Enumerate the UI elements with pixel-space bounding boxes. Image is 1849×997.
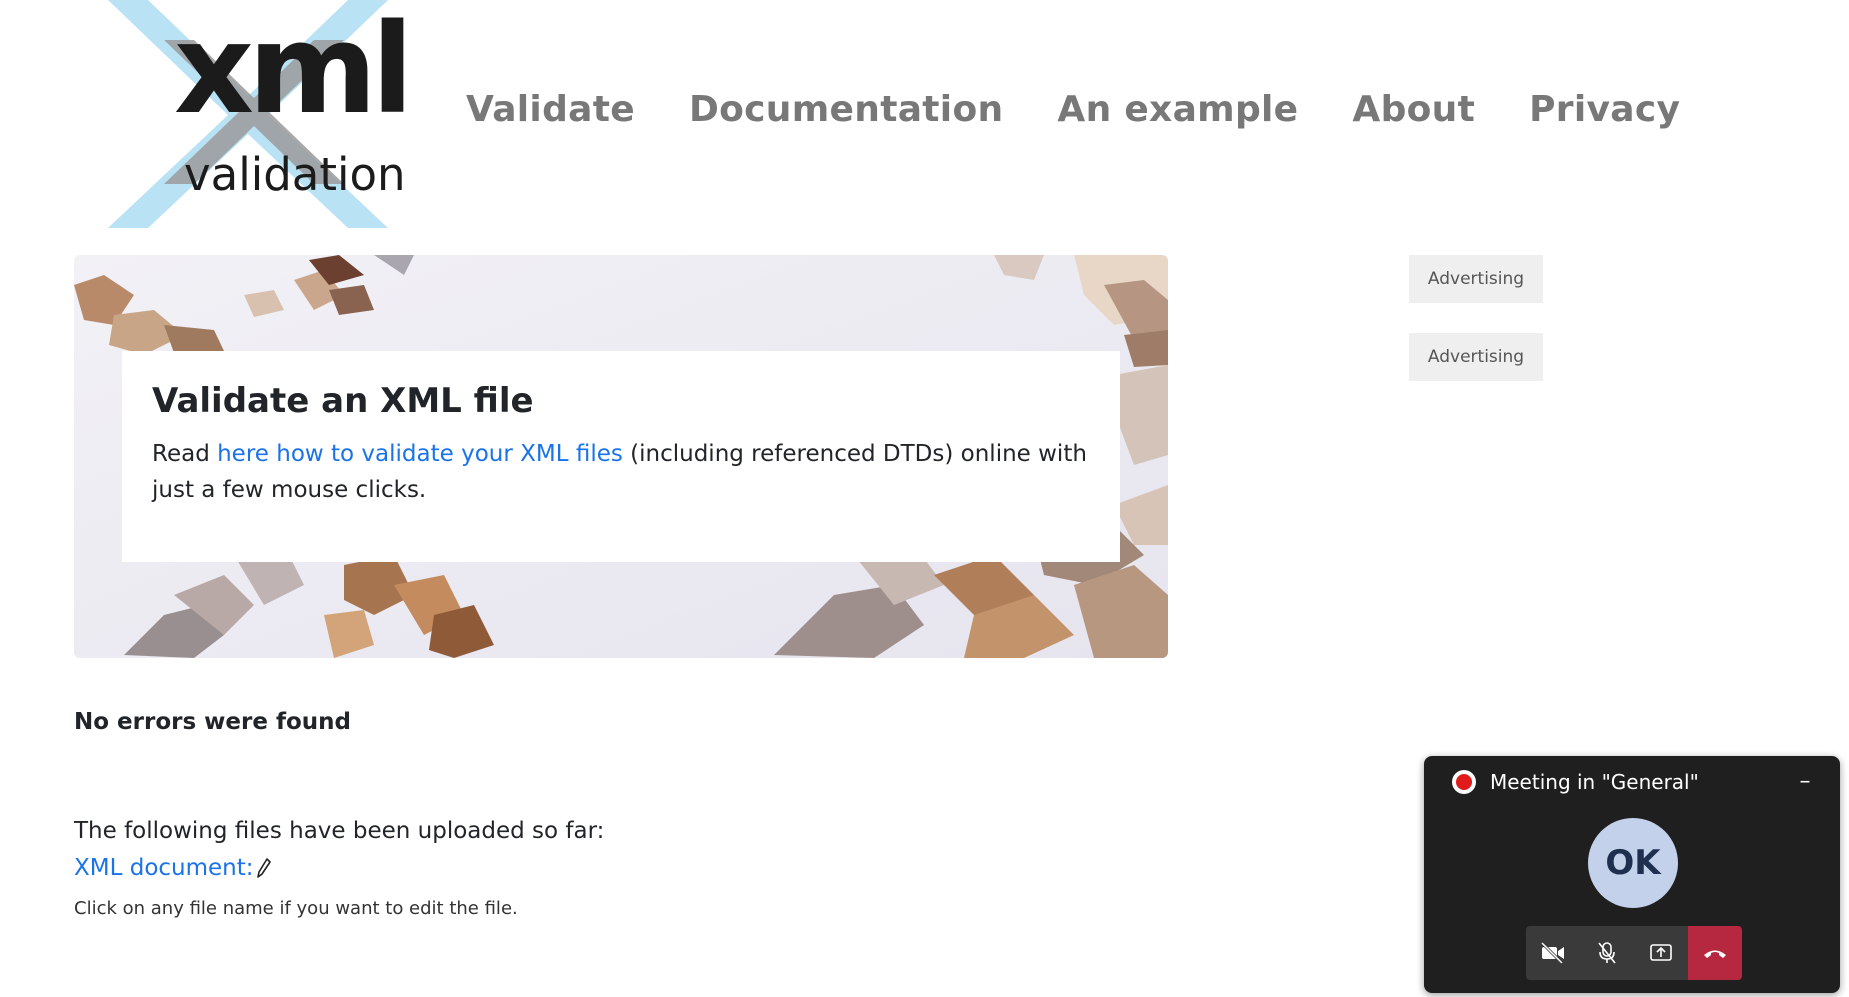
main-nav: Validate Documentation An example About … bbox=[466, 88, 1680, 131]
share-screen-icon bbox=[1650, 944, 1672, 961]
hang-up-button[interactable] bbox=[1688, 926, 1742, 980]
xml-document-link-label: XML document: bbox=[74, 855, 254, 881]
hero-text: Read here how to validate your XML files… bbox=[152, 436, 1090, 508]
validation-result: No errors were found bbox=[74, 709, 351, 735]
how-to-validate-link[interactable]: here how to validate your XML files bbox=[217, 441, 623, 467]
share-screen-button[interactable] bbox=[1634, 926, 1688, 980]
page: xml validation Validate Documentation An… bbox=[0, 0, 1849, 997]
camera-off-button[interactable] bbox=[1526, 926, 1580, 980]
nav-privacy[interactable]: Privacy bbox=[1529, 88, 1680, 131]
mic-off-icon bbox=[1598, 942, 1616, 964]
meeting-controls bbox=[1526, 926, 1742, 980]
meeting-title: Meeting in "General" bbox=[1490, 770, 1699, 794]
recording-icon bbox=[1452, 770, 1476, 794]
meeting-popup: Meeting in "General" – OK bbox=[1424, 756, 1840, 993]
logo-xml-text: xml bbox=[174, 0, 414, 142]
advertising-placeholder[interactable]: Advertising bbox=[1409, 255, 1543, 303]
hang-up-icon bbox=[1704, 950, 1726, 958]
logo-validation-text: validation bbox=[184, 148, 406, 201]
minimize-button[interactable]: – bbox=[1792, 771, 1818, 798]
advertising-placeholder[interactable]: Advertising bbox=[1409, 333, 1543, 381]
meeting-header: Meeting in "General" bbox=[1452, 770, 1699, 794]
xml-document-link[interactable]: XML document: bbox=[74, 855, 271, 881]
uploaded-files-intro: The following files have been uploaded s… bbox=[74, 818, 605, 844]
nav-documentation[interactable]: Documentation bbox=[689, 88, 1003, 131]
camera-off-icon bbox=[1540, 942, 1564, 964]
mute-button[interactable] bbox=[1580, 926, 1634, 980]
pencil-icon bbox=[256, 858, 271, 878]
nav-validate[interactable]: Validate bbox=[466, 88, 635, 131]
avatar: OK bbox=[1588, 818, 1678, 908]
nav-about[interactable]: About bbox=[1352, 88, 1475, 131]
edit-hint: Click on any file name if you want to ed… bbox=[74, 898, 518, 919]
hero-title: Validate an XML file bbox=[152, 381, 534, 421]
site-logo[interactable]: xml validation bbox=[104, 0, 414, 228]
nav-an-example[interactable]: An example bbox=[1057, 88, 1298, 131]
hero-text-before: Read bbox=[152, 440, 218, 467]
hero-card: Validate an XML file Read here how to va… bbox=[122, 351, 1120, 562]
hero-banner: Validate an XML file Read here how to va… bbox=[74, 255, 1168, 658]
